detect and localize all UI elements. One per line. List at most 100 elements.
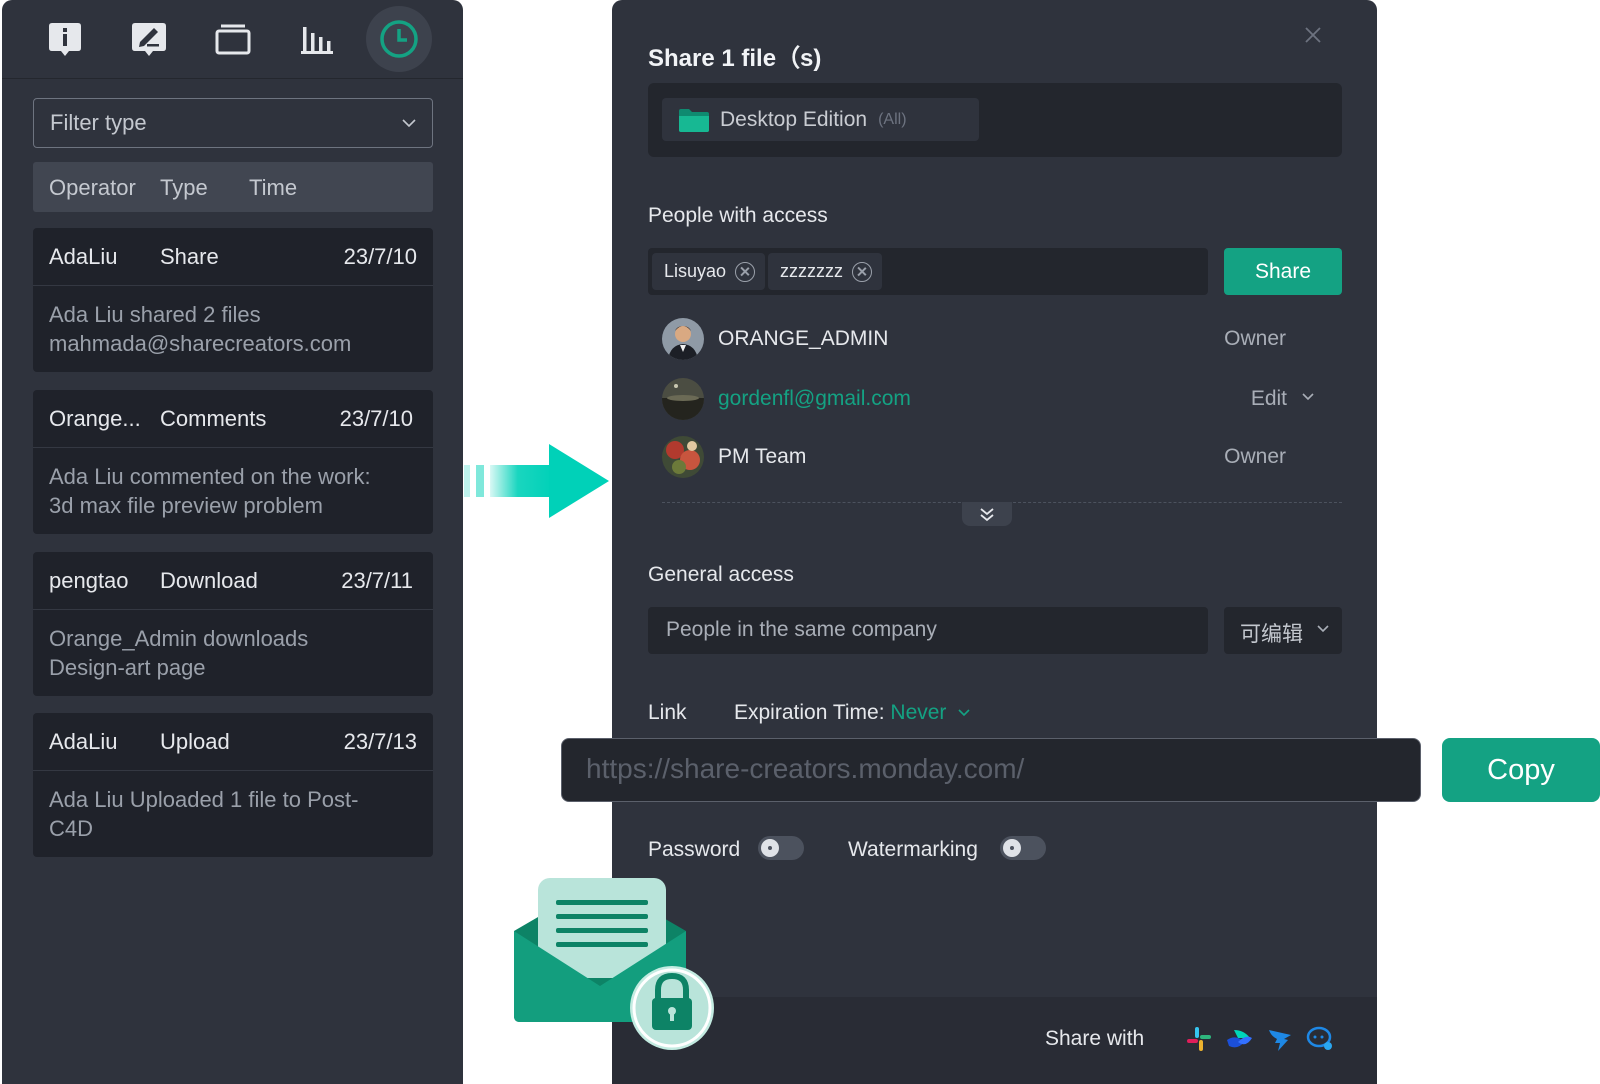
- activity-time: 23/7/10: [343, 244, 417, 269]
- person-role: Owner: [1224, 327, 1286, 350]
- activity-type: Upload: [160, 729, 230, 754]
- activity-card[interactable]: pengtao Download 23/7/11 Orange_Admin do…: [33, 552, 433, 696]
- slack-icon[interactable]: [1184, 1024, 1214, 1054]
- person-row: ORANGE_ADMIN Owner: [662, 318, 1322, 362]
- expand-list-button[interactable]: [962, 502, 1012, 526]
- activity-detail: Orange_Admin downloads Design-art page: [33, 610, 433, 696]
- column-time: Time: [249, 175, 298, 200]
- remove-tag-icon[interactable]: [735, 261, 756, 282]
- activity-operator: AdaLiu: [49, 729, 118, 754]
- link-options-row: Password Watermarking: [648, 836, 1046, 862]
- panel-toolbar: [2, 0, 463, 79]
- versions-tab[interactable]: [200, 6, 266, 72]
- general-access-select[interactable]: People in the same company: [648, 607, 1208, 654]
- chevron-down-icon[interactable]: [958, 709, 970, 717]
- wechat-work-icon[interactable]: [1305, 1024, 1335, 1054]
- copy-link-button[interactable]: Copy: [1442, 738, 1600, 802]
- versions-icon: [215, 24, 251, 55]
- people-with-access-label: People with access: [648, 204, 828, 227]
- column-operator: Operator: [49, 175, 136, 200]
- person-role: Owner: [1224, 445, 1286, 468]
- avatar: [662, 318, 704, 360]
- flow-arrow-icon: [464, 444, 609, 518]
- share-link-field[interactable]: https://share-creators.monday.com/: [561, 738, 1421, 802]
- double-chevron-down-icon: [980, 508, 994, 522]
- avatar: [662, 436, 704, 478]
- recipient-tag-label: Lisuyao: [664, 261, 727, 281]
- activity-operator: AdaLiu: [49, 244, 118, 269]
- person-role-select[interactable]: Edit: [1251, 387, 1287, 411]
- recipient-tag: zzzzzzz: [768, 253, 882, 290]
- password-toggle[interactable]: [758, 836, 804, 860]
- remove-tag-icon[interactable]: [852, 261, 872, 282]
- activity-detail-line: C4D: [49, 816, 94, 841]
- avatar: [662, 378, 704, 420]
- chevron-down-icon[interactable]: [1302, 393, 1314, 401]
- invite-tag-input[interactable]: Lisuyao zzzzzzz: [648, 248, 1208, 295]
- expiration-value-select[interactable]: Never: [890, 701, 946, 724]
- permission-select[interactable]: 可编辑: [1224, 607, 1342, 654]
- stats-tab[interactable]: [284, 6, 350, 72]
- activity-detail-line: mahmada@sharecreators.com: [49, 331, 352, 356]
- password-label: Password: [648, 838, 741, 861]
- link-settings-row: Link Expiration Time: Never: [648, 701, 970, 725]
- activity-panel: Filter type Operator Type Time AdaLiu Sh…: [2, 0, 463, 1084]
- dialog-title: Share 1 file（s): [648, 45, 822, 72]
- activity-detail-line: Ada Liu commented on the work:: [49, 464, 371, 489]
- watermark-label: Watermarking: [848, 838, 978, 861]
- expiration-setting: Expiration Time: Never: [734, 701, 970, 725]
- person-name: ORANGE_ADMIN: [718, 327, 889, 350]
- filter-type-placeholder: Filter type: [50, 110, 147, 135]
- activity-detail-line: Orange_Admin downloads: [49, 626, 309, 651]
- activity-card[interactable]: AdaLiu Upload 23/7/13 Ada Liu Uploaded 1…: [33, 713, 433, 857]
- activity-detail-line: Ada Liu shared 2 files: [49, 302, 261, 327]
- stats-icon: [301, 27, 333, 54]
- expiration-label: Expiration Time:: [734, 701, 891, 724]
- watermark-toggle[interactable]: [1000, 836, 1046, 860]
- activity-table-header: Operator Type Time: [33, 162, 433, 212]
- selected-files-box: Desktop Edition (All): [648, 83, 1342, 157]
- info-tab[interactable]: [32, 6, 98, 72]
- file-scope: (All): [878, 110, 907, 128]
- activity-type: Comments: [160, 406, 267, 431]
- chevron-down-icon: [1317, 625, 1329, 633]
- person-name: PM Team: [718, 445, 807, 468]
- activity-type: Download: [160, 568, 258, 593]
- activity-detail-line: Ada Liu Uploaded 1 file to Post-: [49, 787, 359, 812]
- activity-card-header: Orange... Comments 23/7/10: [33, 390, 433, 448]
- comments-tab[interactable]: [116, 6, 182, 72]
- activity-operator: Orange...: [49, 406, 141, 431]
- dialog-footer: Share with: [612, 997, 1377, 1084]
- share-button[interactable]: Share: [1224, 248, 1342, 295]
- activity-time: 23/7/10: [339, 406, 413, 431]
- activity-card-header: pengtao Download 23/7/11: [33, 552, 433, 610]
- activity-time: 23/7/13: [343, 729, 417, 754]
- activity-card[interactable]: Orange... Comments 23/7/10 Ada Liu comme…: [33, 390, 433, 534]
- activity-detail: Ada Liu Uploaded 1 file to Post- C4D: [33, 771, 433, 857]
- activity-card-header: AdaLiu Upload 23/7/13: [33, 713, 433, 771]
- info-icon: [49, 23, 81, 56]
- history-clock-icon: [380, 20, 418, 58]
- column-type: Type: [160, 175, 208, 200]
- activity-time: 23/7/11: [341, 568, 413, 593]
- comment-edit-icon: [132, 23, 166, 56]
- person-email-link[interactable]: gordenfl@gmail.com: [718, 387, 911, 411]
- share-dialog: Share 1 file（s) Desktop Edition (All) Pe…: [612, 0, 1377, 1084]
- activity-detail: Ada Liu commented on the work: 3d max fi…: [33, 448, 433, 534]
- close-icon[interactable]: [1302, 24, 1324, 46]
- secure-mail-illustration-icon: [514, 878, 714, 1050]
- file-chip[interactable]: Desktop Edition (All): [662, 98, 979, 141]
- file-name: Desktop Edition: [720, 107, 868, 131]
- filter-type-select[interactable]: Filter type: [33, 98, 433, 148]
- activity-detail: Ada Liu shared 2 files mahmada@sharecrea…: [33, 286, 433, 372]
- person-row: PM Team Owner: [662, 436, 1322, 480]
- chevron-down-icon: [402, 119, 416, 127]
- general-access-label: General access: [648, 563, 794, 586]
- history-tab[interactable]: [366, 6, 432, 72]
- recipient-tag: Lisuyao: [652, 253, 766, 290]
- lark-icon[interactable]: [1224, 1024, 1254, 1054]
- activity-card[interactable]: AdaLiu Share 23/7/10 Ada Liu shared 2 fi…: [33, 228, 433, 372]
- dingtalk-icon[interactable]: [1265, 1024, 1295, 1054]
- folder-icon: [679, 108, 709, 132]
- activity-card-header: AdaLiu Share 23/7/10: [33, 228, 433, 286]
